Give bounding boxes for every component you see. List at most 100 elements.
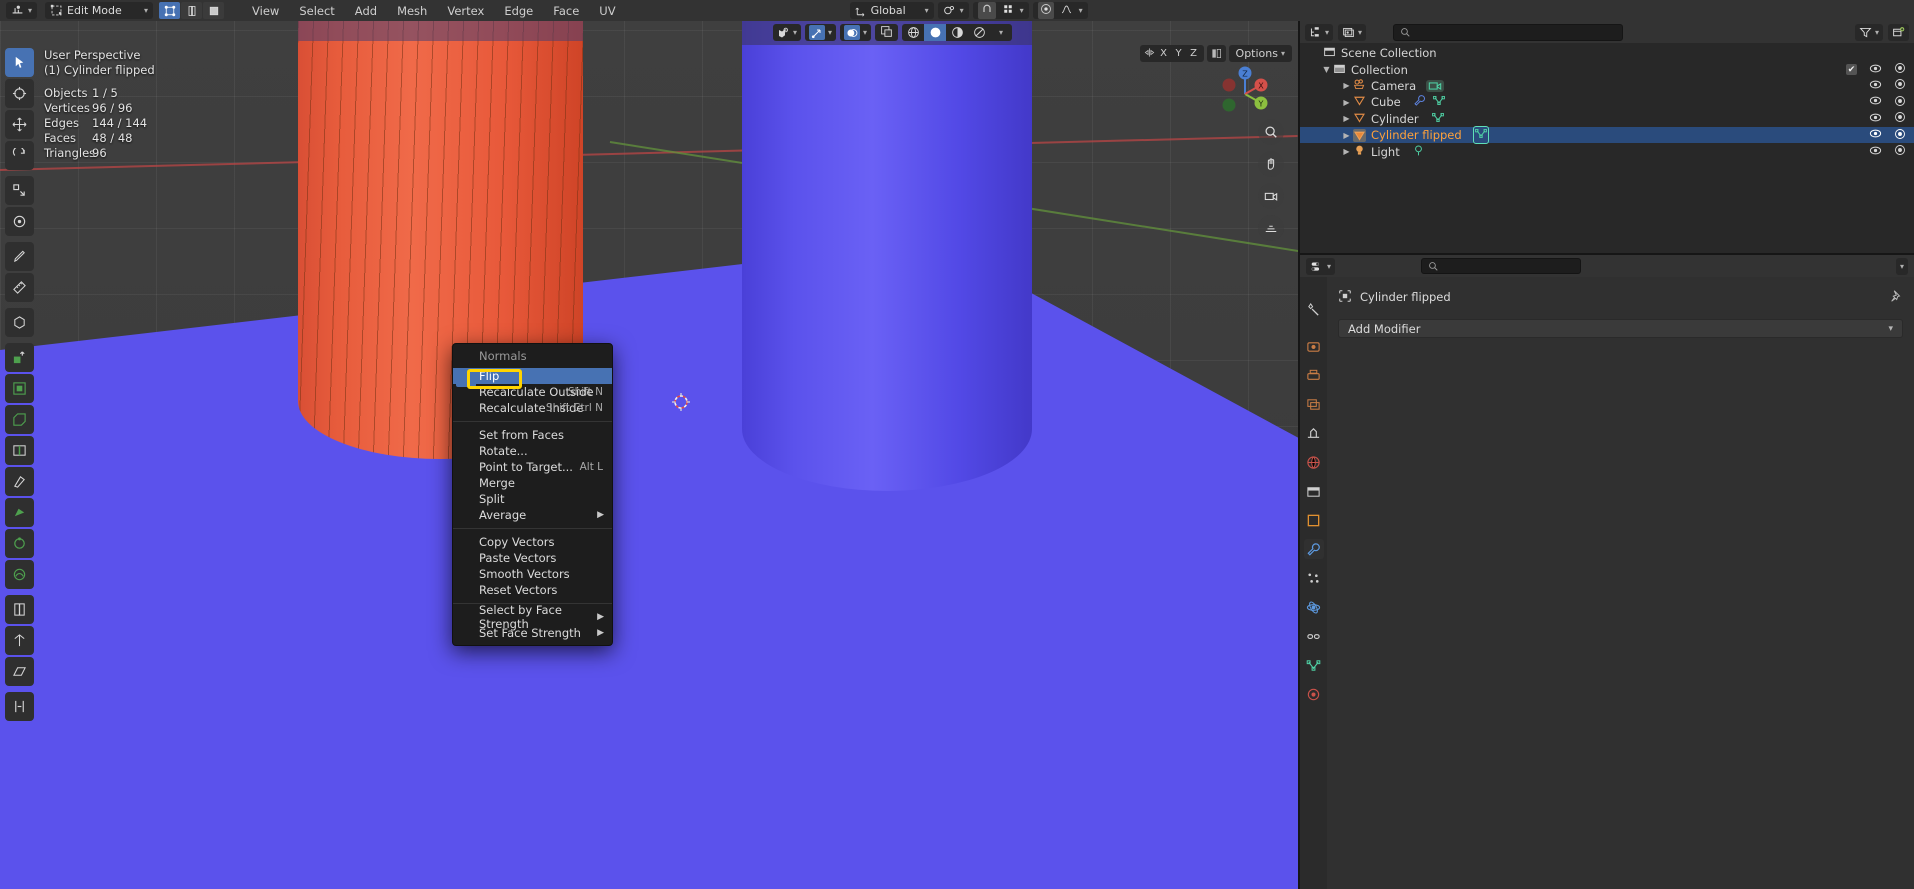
zoom-icon[interactable] (1258, 119, 1284, 145)
tab-collection[interactable] (1304, 481, 1324, 501)
tab-world[interactable] (1304, 452, 1324, 472)
outliner-search-input[interactable] (1393, 23, 1624, 41)
new-collection-button[interactable] (1888, 23, 1909, 41)
tab-data[interactable] (1304, 655, 1324, 675)
menu-item-recalculate-outside[interactable]: Recalculate Outside Shift N (453, 384, 612, 400)
camera-render-icon[interactable] (1894, 144, 1906, 159)
tab-material[interactable] (1304, 684, 1324, 704)
tab-scene[interactable] (1304, 423, 1324, 443)
disclosure-triangle[interactable]: ▶ (1340, 147, 1353, 156)
axis-toggle-z[interactable]: Z (1188, 48, 1200, 59)
tool-scale[interactable] (5, 176, 34, 205)
modifier-wrench-icon[interactable] (1413, 94, 1426, 110)
face-select-icon[interactable] (203, 2, 225, 19)
camera-render-icon[interactable] (1894, 78, 1906, 93)
add-modifier-button[interactable]: Add Modifier ▾ (1338, 319, 1903, 338)
menu-item-copy-vectors[interactable]: Copy Vectors (453, 534, 612, 550)
chevron-down-icon[interactable]: ▾ (999, 28, 1003, 37)
eye-icon[interactable] (1869, 95, 1882, 109)
pivot-point-button[interactable]: ▾ (937, 2, 969, 19)
pin-icon[interactable] (1889, 289, 1903, 306)
chevron-down-icon[interactable]: ▾ (793, 28, 797, 37)
shading-options-chevron[interactable]: ▾ (990, 24, 1012, 41)
vertex-select-icon[interactable] (159, 2, 181, 19)
navigation-gizmo[interactable]: Z Y X (1214, 63, 1276, 125)
outliner-display-mode-button[interactable]: ▾ (1305, 23, 1334, 41)
camera-render-icon[interactable] (1894, 95, 1906, 110)
tool-extrude-region[interactable] (5, 343, 34, 372)
tool-knife[interactable] (5, 467, 34, 496)
properties-editor[interactable]: ▾ ▾ Cylinder flipped Add Modifier ▾ (1300, 255, 1914, 889)
disclosure-triangle[interactable]: ▼ (1320, 65, 1333, 74)
menu-mesh[interactable]: Mesh (387, 4, 437, 18)
chevron-down-icon[interactable]: ▾ (828, 28, 832, 37)
tab-render[interactable] (1304, 336, 1324, 356)
proportional-falloff-icon[interactable] (1060, 3, 1073, 18)
tab-output[interactable] (1304, 365, 1324, 385)
menu-item-split[interactable]: Split (453, 491, 612, 507)
mirror-icon[interactable] (1144, 47, 1155, 61)
chevron-down-icon[interactable]: ▾ (1900, 262, 1904, 271)
mode-selector[interactable]: Edit Mode ▾ (45, 2, 154, 19)
tool-annotate[interactable] (5, 242, 34, 271)
tab-tool[interactable] (1304, 299, 1324, 319)
outliner-row-camera[interactable]: ▶ Camera (1300, 78, 1914, 94)
menu-view[interactable]: View (242, 4, 289, 18)
viewport-options-button[interactable]: Options ▾ (1228, 45, 1292, 62)
tool-measure[interactable] (5, 273, 34, 302)
object-visibility-button[interactable]: ▾ (772, 24, 801, 41)
outliner-editor[interactable]: ▾ ▾ ▾ Scene Collection ▼ Collection ✔ ▶ … (1300, 21, 1914, 253)
menu-item-smooth-vectors[interactable]: Smooth Vectors (453, 566, 612, 582)
menu-item-point-to-target[interactable]: Point to Target... Alt L (453, 459, 612, 475)
tool-move[interactable] (5, 110, 34, 139)
mesh-data-icon[interactable] (1431, 111, 1445, 127)
eye-icon[interactable] (1869, 63, 1882, 77)
material-preview-icon[interactable] (946, 24, 968, 41)
menu-item-rotate[interactable]: Rotate... (453, 443, 612, 459)
eye-icon[interactable] (1869, 112, 1882, 126)
tool-inset-faces[interactable] (5, 374, 34, 403)
3d-viewport[interactable]: User Perspective (1) Cylinder flipped Ob… (0, 21, 1298, 889)
tool-shrink-fatten[interactable] (5, 626, 34, 655)
chevron-down-icon[interactable]: ▾ (863, 28, 867, 37)
tool-poly-build[interactable] (5, 498, 34, 527)
wireframe-shading-icon[interactable] (902, 24, 924, 41)
disclosure-triangle[interactable]: ▶ (1340, 131, 1353, 140)
proportional-editing-group[interactable]: ▾ (1032, 2, 1088, 19)
outliner-row-cylinder-flipped[interactable]: ▶ Cylinder flipped (1300, 126, 1914, 145)
outliner-id-type-button[interactable]: ▾ (1338, 23, 1367, 41)
menu-item-merge[interactable]: Merge (453, 475, 612, 491)
collection-checkbox[interactable]: ✔ (1846, 64, 1857, 76)
properties-editor-type-button[interactable]: ▾ (1306, 257, 1336, 275)
tool-spin[interactable] (5, 529, 34, 558)
menu-item-reset-vectors[interactable]: Reset Vectors (453, 582, 612, 598)
axis-toggle-y[interactable]: Y (1173, 48, 1185, 59)
menu-add[interactable]: Add (345, 4, 387, 18)
proportional-editing-icon[interactable] (1037, 2, 1054, 19)
camera-view-icon[interactable] (1258, 183, 1284, 209)
normals-context-menu[interactable]: Normals Flip Recalculate Outside Shift N… (452, 343, 613, 646)
outliner-row-scene-collection[interactable]: Scene Collection (1300, 45, 1914, 61)
snap-magnet-icon[interactable] (977, 2, 996, 19)
eye-icon[interactable] (1869, 128, 1882, 142)
outliner-row-light[interactable]: ▶ Light (1300, 143, 1914, 159)
menu-item-set-from-faces[interactable]: Set from Faces (453, 427, 612, 443)
tool-tweak-select-box[interactable] (5, 48, 34, 77)
overlays-icon[interactable] (843, 25, 860, 40)
menu-uv[interactable]: UV (589, 4, 625, 18)
menu-item-average[interactable]: Average ▶ (453, 507, 612, 523)
tool-smooth[interactable] (5, 560, 34, 589)
mesh-data-icon[interactable] (1472, 126, 1489, 145)
snap-target-icon[interactable] (1002, 3, 1014, 18)
outliner-row-cylinder[interactable]: ▶ Cylinder (1300, 111, 1914, 127)
eye-icon[interactable] (1869, 79, 1882, 93)
rendered-shading-icon[interactable] (968, 24, 990, 41)
mesh-data-icon[interactable] (1432, 94, 1446, 110)
camera-render-icon[interactable] (1894, 111, 1906, 126)
tab-particles[interactable] (1304, 568, 1324, 588)
editor-type-button[interactable]: ▾ (6, 2, 38, 19)
disclosure-triangle[interactable]: ▶ (1340, 98, 1353, 107)
outliner-row-collection[interactable]: ▼ Collection ✔ (1300, 61, 1914, 77)
solid-shading-icon[interactable] (924, 24, 946, 41)
disclosure-triangle[interactable]: ▶ (1340, 81, 1353, 90)
